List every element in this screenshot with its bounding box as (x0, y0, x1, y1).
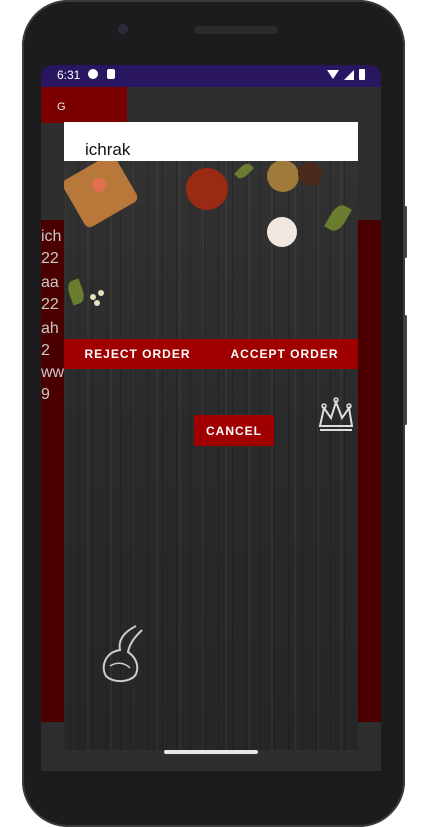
speaker-grill (194, 26, 278, 34)
seed-image (94, 300, 100, 306)
list-item: aa (41, 274, 59, 291)
order-dialog: ichrak REJECT ORDER ACCEPT ORDER CANCEL (64, 122, 358, 750)
screen: 6:31 G ich 22 aa 22 ah 2 ww 9 ichrak REJ… (41, 65, 381, 771)
list-item: 22 (41, 250, 59, 267)
order-action-row: REJECT ORDER ACCEPT ORDER (64, 339, 358, 369)
list-item: ah (41, 320, 59, 337)
accept-order-button[interactable]: ACCEPT ORDER (211, 339, 358, 369)
volume-button (404, 315, 407, 425)
status-icons (327, 69, 365, 80)
seed-image (98, 290, 104, 296)
battery-icon (359, 69, 365, 80)
list-item: 2 (41, 342, 50, 359)
list-item: ww (41, 364, 65, 381)
list-item: 22 (41, 296, 59, 313)
status-time: 6:31 (57, 68, 81, 82)
spice-bowl-image (186, 168, 228, 210)
cancel-button[interactable]: CANCEL (194, 415, 274, 446)
leaf-image (324, 201, 352, 235)
home-gesture-bar[interactable] (164, 750, 258, 754)
salt-bowl-image (267, 217, 297, 247)
list-item: ich (41, 228, 62, 245)
wifi-icon (327, 70, 339, 79)
customer-name-field: ichrak (64, 122, 358, 161)
crown-doodle-icon (318, 397, 354, 431)
sim-icon (107, 69, 115, 79)
app-topbar-text: G (57, 101, 66, 113)
leaf-image (65, 278, 87, 306)
spice-bowl-image (267, 160, 299, 192)
app-topbar: G (41, 87, 127, 123)
seed-image (90, 294, 96, 300)
signal-icon (344, 69, 354, 80)
power-button (404, 206, 407, 258)
reject-order-button[interactable]: REJECT ORDER (64, 339, 211, 369)
chicken-wing-doodle-icon (102, 625, 143, 682)
spice-bowl-image (298, 162, 322, 186)
app-background: G ich 22 aa 22 ah 2 ww 9 ichrak REJECT O… (41, 87, 381, 771)
notification-icon (88, 69, 98, 79)
front-camera (118, 24, 128, 34)
salmon-image (92, 178, 106, 192)
status-bar: 6:31 (41, 65, 381, 87)
leaf-image (234, 161, 254, 181)
list-item: 9 (41, 386, 50, 403)
